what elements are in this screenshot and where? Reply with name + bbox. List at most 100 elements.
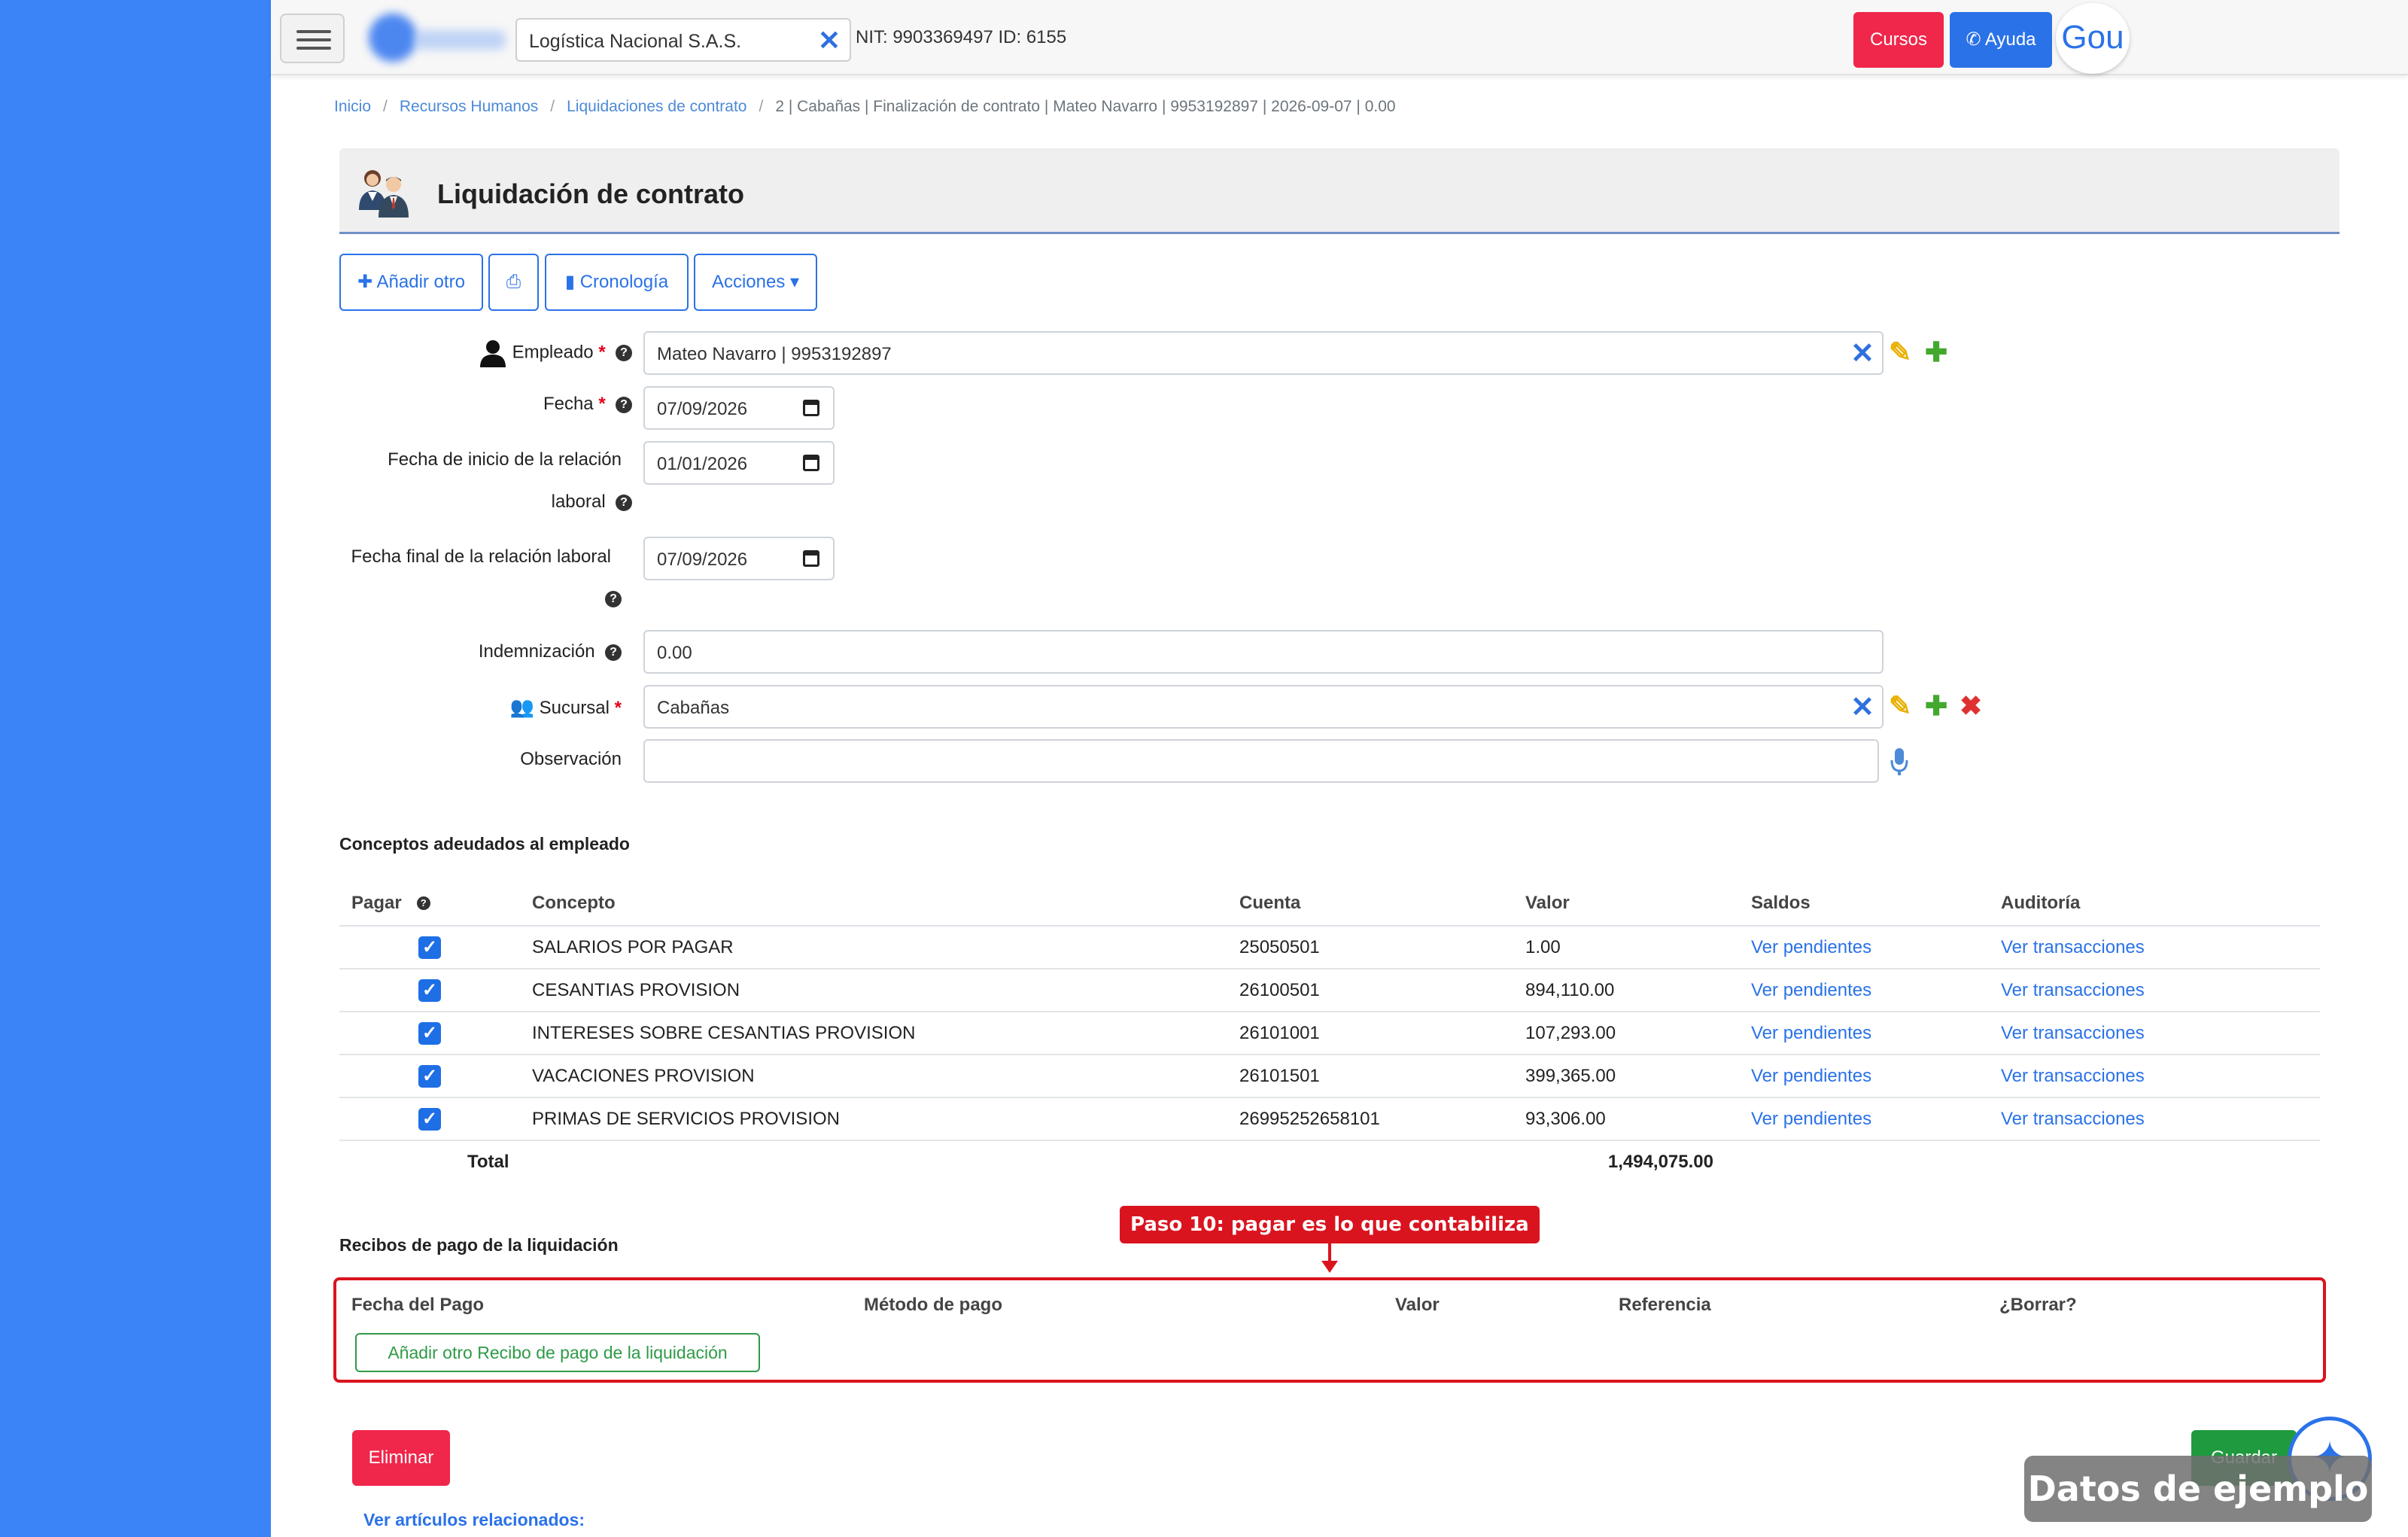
fecha-final-label-text: Fecha final de la relación laboral (351, 546, 611, 567)
calendar-icon[interactable] (803, 455, 819, 471)
observacion-label: Observación (451, 749, 622, 770)
add-payment-receipt-button[interactable]: Añadir otro Recibo de pago de la liquida… (355, 1333, 760, 1372)
add-another-button[interactable]: ✚ Añadir otro (339, 254, 483, 311)
column-header-concepto: Concepto (520, 881, 1227, 927)
total-value: 1,494,075.00 (1607, 1152, 1713, 1172)
print-icon: ⎙ (506, 272, 521, 292)
column-header-fecha-pago: Fecha del Pago (351, 1295, 485, 1315)
sucursal-select[interactable]: Cabañas ✕ (643, 685, 1884, 729)
cuenta-cell: 26100501 (1227, 969, 1513, 1012)
page-header: Liquidación de contrato (339, 148, 2340, 234)
indemnizacion-input[interactable]: 0.00 (643, 630, 1884, 674)
breadcrumb-separator: / (759, 98, 764, 115)
ver-transacciones-link[interactable]: Ver transacciones (2001, 937, 2145, 957)
breadcrumb-separator: / (550, 98, 555, 115)
related-articles-link[interactable]: Ver artículos relacionados: (363, 1510, 585, 1530)
ver-pendientes-link[interactable]: Ver pendientes (1751, 937, 1871, 957)
help-icon[interactable]: ? (605, 590, 622, 607)
ver-pendientes-link[interactable]: Ver pendientes (1751, 1023, 1871, 1043)
observacion-textarea[interactable] (643, 739, 1879, 783)
ver-pendientes-link[interactable]: Ver pendientes (1751, 980, 1871, 1000)
ayuda-label: Ayuda (1984, 29, 2036, 50)
add-plus-icon[interactable]: ✚ (1925, 691, 1947, 721)
help-icon[interactable]: ? (416, 896, 430, 911)
fecha-inicio-label-line2-text: laboral (551, 492, 606, 512)
pagar-checkbox[interactable]: ✓ (418, 1064, 441, 1088)
clear-empleado-icon[interactable]: ✕ (1850, 339, 1874, 369)
fecha-final-help: ? (451, 588, 622, 609)
ver-pendientes-link[interactable]: Ver pendientes (1751, 1066, 1871, 1086)
calendar-icon[interactable] (803, 400, 819, 416)
clear-sucursal-icon[interactable]: ✕ (1850, 692, 1874, 723)
add-plus-icon[interactable]: ✚ (1925, 337, 1947, 367)
hamburger-line (296, 47, 331, 50)
help-icon[interactable]: ? (616, 396, 632, 413)
ver-transacciones-link[interactable]: Ver transacciones (2001, 1023, 2145, 1043)
company-select[interactable]: Logística Nacional S.A.S. ✕ (515, 18, 851, 62)
ver-transacciones-link[interactable]: Ver transacciones (2001, 1066, 2145, 1086)
valor-cell: 1.00 (1513, 926, 1739, 969)
pagar-checkbox[interactable]: ✓ (418, 936, 441, 959)
print-button[interactable]: ⎙ (488, 254, 539, 311)
pagar-checkbox[interactable]: ✓ (418, 979, 441, 1002)
pagar-checkbox[interactable]: ✓ (418, 1021, 441, 1045)
empleado-value: Mateo Navarro | 9953192897 (657, 344, 892, 364)
fecha-inicio-label-line2: laboral ? (451, 492, 632, 513)
column-header-referencia: Referencia (1619, 1295, 1711, 1315)
help-icon[interactable]: ? (605, 644, 622, 661)
cronologia-label: Cronología (579, 272, 669, 292)
empleado-label: Empleado * ? (451, 339, 632, 367)
calendar-icon[interactable] (803, 550, 819, 567)
breadcrumb-inicio[interactable]: Inicio (334, 98, 371, 115)
step-annotation-callout: Paso 10: pagar es lo que contabiliza (1120, 1206, 1540, 1243)
ayuda-button[interactable]: ✆ Ayuda (1950, 12, 2052, 68)
eliminar-button[interactable]: Eliminar (352, 1430, 450, 1486)
add-another-label: Añadir otro (376, 272, 465, 292)
delete-x-icon[interactable]: ✖ (1960, 691, 1982, 721)
column-header-cuenta: Cuenta (1227, 881, 1513, 927)
concepto-cell: SALARIOS POR PAGAR (520, 926, 1227, 969)
acciones-dropdown-button[interactable]: Acciones ▾ (694, 254, 817, 311)
microphone-icon[interactable] (1890, 747, 1908, 777)
sucursal-label-text: Sucursal (539, 698, 610, 718)
plus-icon: ✚ (357, 272, 377, 292)
breadcrumb-recursos-humanos[interactable]: Recursos Humanos (400, 98, 538, 115)
caret-down-icon: ▾ (785, 272, 800, 292)
fecha-date-input[interactable]: 07/09/2026 (643, 386, 835, 430)
help-icon[interactable]: ? (616, 494, 632, 511)
empleado-select[interactable]: Mateo Navarro | 9953192897 ✕ (643, 331, 1884, 375)
table-row: ✓ VACACIONES PROVISION 26101501 399,365.… (339, 1055, 2320, 1098)
menu-toggle-button[interactable] (280, 14, 345, 63)
table-row: ✓ SALARIOS POR PAGAR 25050501 1.00 Ver p… (339, 926, 2320, 969)
indemnizacion-label: Indemnización ? (421, 641, 622, 662)
fecha-label-text: Fecha (543, 394, 594, 414)
clear-company-icon[interactable]: ✕ (818, 27, 841, 54)
conceptos-section-title: Conceptos adeudados al empleado (339, 834, 630, 854)
book-icon: ▮ (564, 272, 580, 292)
ver-transacciones-link[interactable]: Ver transacciones (2001, 980, 2145, 1000)
cursos-button[interactable]: Cursos (1853, 12, 1944, 68)
required-mark: * (614, 698, 622, 718)
concepto-cell: VACACIONES PROVISION (520, 1055, 1227, 1098)
valor-cell: 93,306.00 (1513, 1097, 1739, 1141)
observacion-label-text: Observación (520, 749, 622, 769)
ver-transacciones-link[interactable]: Ver transacciones (2001, 1109, 2145, 1129)
edit-pencil-icon[interactable]: ✎ (1889, 337, 1911, 367)
fecha-inicio-date-input[interactable]: 01/01/2026 (643, 441, 835, 485)
pagar-checkbox-cell: ✓ (339, 1055, 520, 1098)
breadcrumb-current: 2 | Cabañas | Finalización de contrato |… (775, 98, 1396, 115)
pagar-checkbox[interactable]: ✓ (418, 1107, 441, 1131)
brand-logo[interactable] (369, 14, 512, 62)
help-icon[interactable]: ? (616, 345, 632, 361)
pagar-checkbox-cell: ✓ (339, 1012, 520, 1055)
fecha-final-value: 07/09/2026 (657, 549, 748, 570)
fecha-final-date-input[interactable]: 07/09/2026 (643, 537, 835, 580)
concepto-cell: PRIMAS DE SERVICIOS PROVISION (520, 1097, 1227, 1141)
edit-pencil-icon[interactable]: ✎ (1889, 691, 1911, 721)
left-sidebar (0, 0, 271, 1537)
gou-assistant-button[interactable]: Gou (2056, 3, 2130, 74)
breadcrumb-liquidaciones[interactable]: Liquidaciones de contrato (567, 98, 746, 115)
fecha-label: Fecha * ? (451, 394, 632, 415)
cronologia-button[interactable]: ▮ Cronología (545, 254, 689, 311)
ver-pendientes-link[interactable]: Ver pendientes (1751, 1109, 1871, 1129)
